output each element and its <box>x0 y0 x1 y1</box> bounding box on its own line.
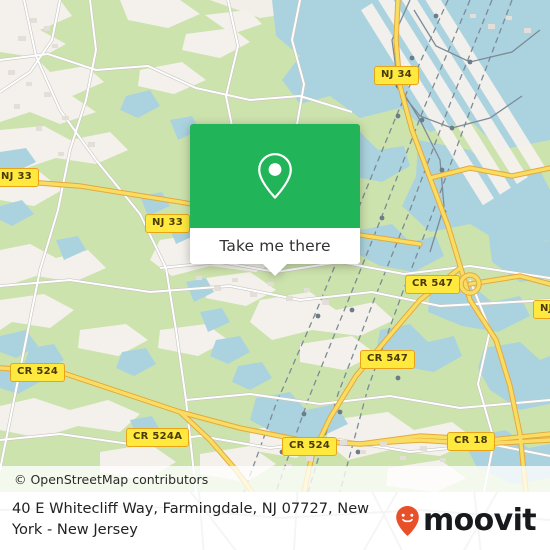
road-shield-cr18: CR 18 <box>447 432 495 451</box>
road-shield-cr524-west: CR 524 <box>10 363 66 382</box>
location-popup-card[interactable]: Take me there <box>190 124 360 276</box>
map-canvas[interactable]: NJ 34 NJ 33 NJ 33 CR 547 NJ CR 524 CR 54… <box>0 0 550 492</box>
road-shield-cr524a: CR 524A <box>126 428 190 447</box>
road-shield-cr547-upper: CR 547 <box>405 275 461 294</box>
popup-pointer-tail <box>262 263 288 276</box>
popup-action-area[interactable]: Take me there <box>190 228 360 276</box>
road-shield-cr547-lower: CR 547 <box>360 350 416 369</box>
map-screenshot-root: NJ 34 NJ 33 NJ 33 CR 547 NJ CR 524 CR 54… <box>0 0 550 550</box>
road-shield-nj33-east: NJ 33 <box>145 214 190 233</box>
map-pin-outline-icon <box>258 153 292 199</box>
map-attribution-bar: © OpenStreetMap contributors <box>0 466 550 492</box>
take-me-there-label: Take me there <box>219 237 331 255</box>
road-shield-nj34-north: NJ 34 <box>374 66 419 85</box>
footer-bar: 40 E Whitecliff Way, Farmingdale, NJ 077… <box>0 492 550 550</box>
road-shield-nj-edge: NJ <box>533 300 550 319</box>
popup-icon-area <box>190 124 360 228</box>
moovit-wordmark: moovit <box>422 503 537 538</box>
location-address-label: 40 E Whitecliff Way, Farmingdale, NJ 077… <box>12 500 370 538</box>
moovit-pin-icon <box>396 506 419 536</box>
road-shield-nj33-west: NJ 33 <box>0 168 39 187</box>
road-shield-cr524-south: CR 524 <box>282 437 338 456</box>
osm-attribution-text[interactable]: © OpenStreetMap contributors <box>14 472 208 487</box>
moovit-logo[interactable]: moovit <box>395 503 537 538</box>
